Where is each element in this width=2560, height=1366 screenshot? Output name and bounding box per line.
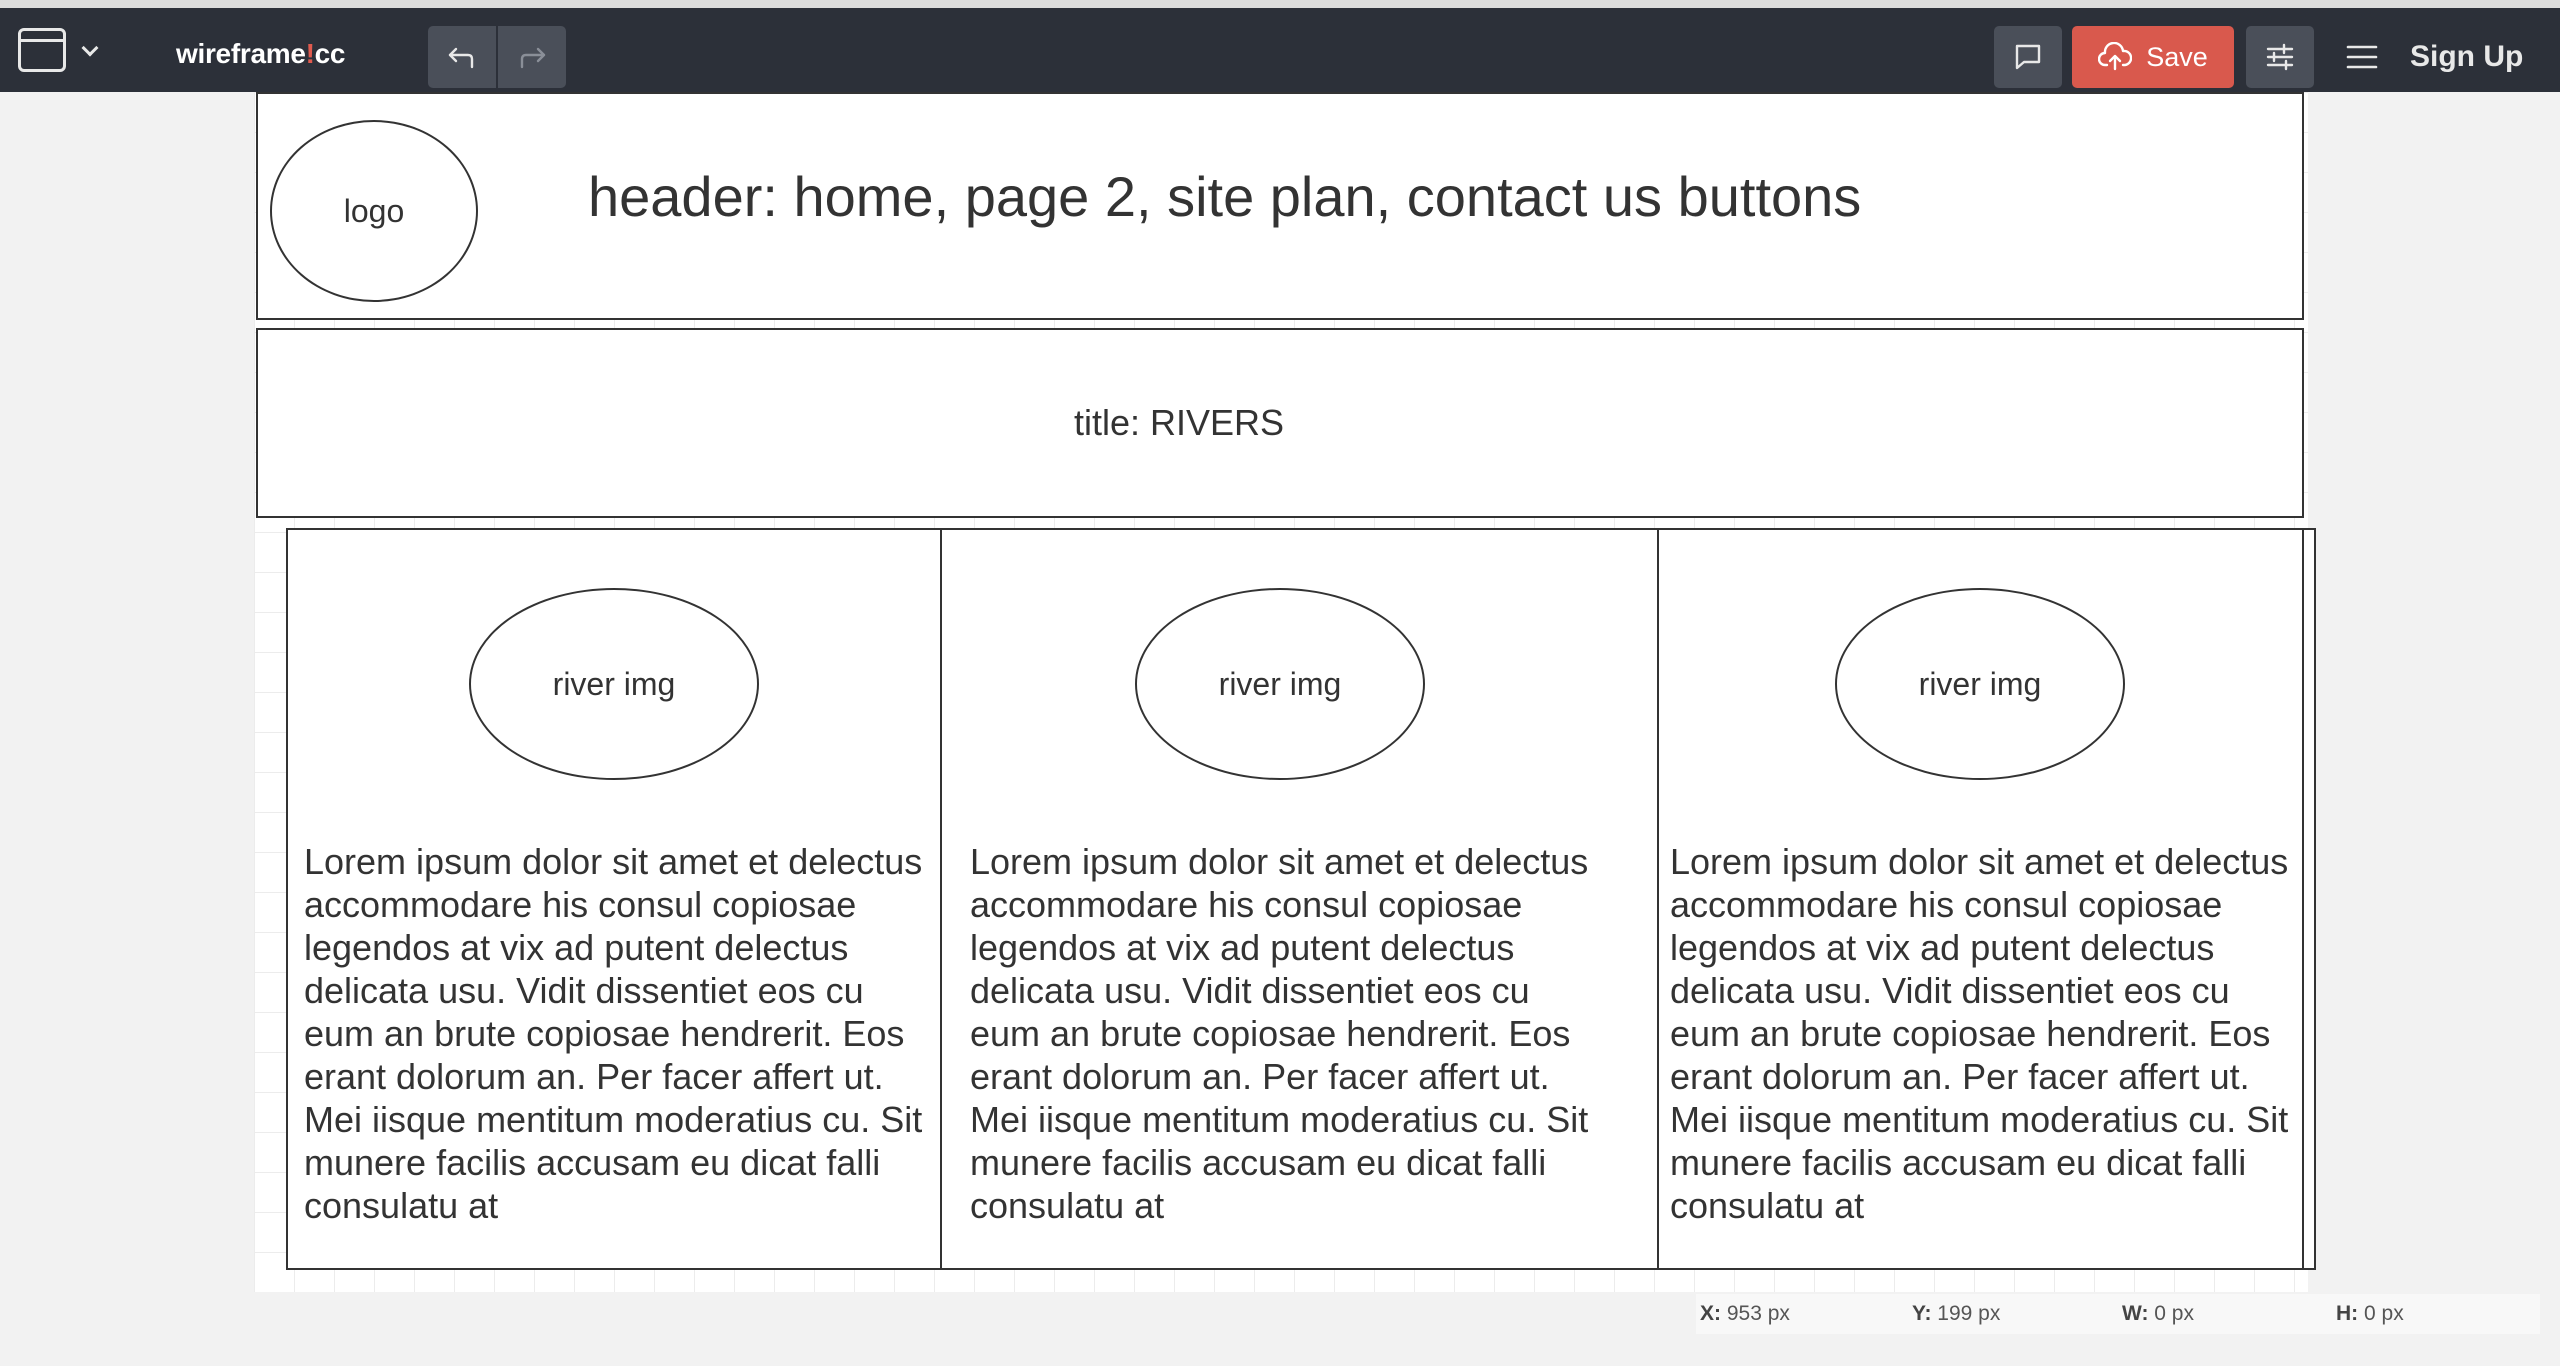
settings-button[interactable] [2246,26,2314,88]
redo-button[interactable] [498,26,566,88]
logo-placeholder[interactable]: logo [270,120,478,302]
column-text[interactable]: Lorem ipsum dolor sit amet et delectus a… [304,840,924,1227]
river-image-label: river img [1918,665,2042,702]
redo-icon [520,47,546,69]
title-text[interactable]: title: RIVERS [1074,402,1284,444]
river-image-placeholder[interactable]: river img [1135,588,1425,780]
brand-suffix: cc [314,38,346,69]
brand-bang: ! [305,38,315,69]
comment-button[interactable] [1994,26,2062,88]
status-y: Y: 199 px [1912,1302,2001,1325]
save-button[interactable]: Save [2072,26,2234,88]
sign-up-link[interactable]: Sign Up [2410,40,2523,74]
river-image-placeholder[interactable]: river img [469,588,759,780]
status-w: W: 0 px [2122,1302,2194,1325]
app-logo: wireframe!cc [176,38,345,70]
status-h: H: 0 px [2336,1302,2404,1325]
river-image-placeholder[interactable]: river img [1835,588,2125,780]
column-divider [1657,528,1659,1270]
logo-label: logo [343,192,405,229]
undo-button[interactable] [428,26,496,88]
cloud-upload-icon [2098,42,2133,71]
history-controls [428,26,566,88]
column-divider [940,528,942,1270]
chevron-down-icon[interactable] [81,39,99,57]
undo-icon [448,47,474,69]
comment-icon [2015,44,2041,70]
column-divider [2302,528,2304,1270]
status-bar [1696,1294,2540,1334]
column-text[interactable]: Lorem ipsum dolor sit amet et delectus a… [1670,840,2290,1227]
hamburger-menu-icon[interactable] [2346,44,2378,70]
app-toolbar: wireframe!cc Save Sign Up [0,8,2560,92]
river-image-label: river img [1218,665,1342,702]
sliders-icon [2266,43,2294,71]
column-text[interactable]: Lorem ipsum dolor sit amet et delectus a… [970,840,1590,1227]
brand-prefix: wireframe [176,38,306,69]
header-text[interactable]: header: home, page 2, site plan, contact… [588,164,1861,229]
browser-top-strip [0,0,2560,8]
status-x: X: 953 px [1700,1302,1790,1325]
window-icon[interactable] [18,28,66,72]
river-image-label: river img [552,665,676,702]
save-label: Save [2146,41,2208,72]
